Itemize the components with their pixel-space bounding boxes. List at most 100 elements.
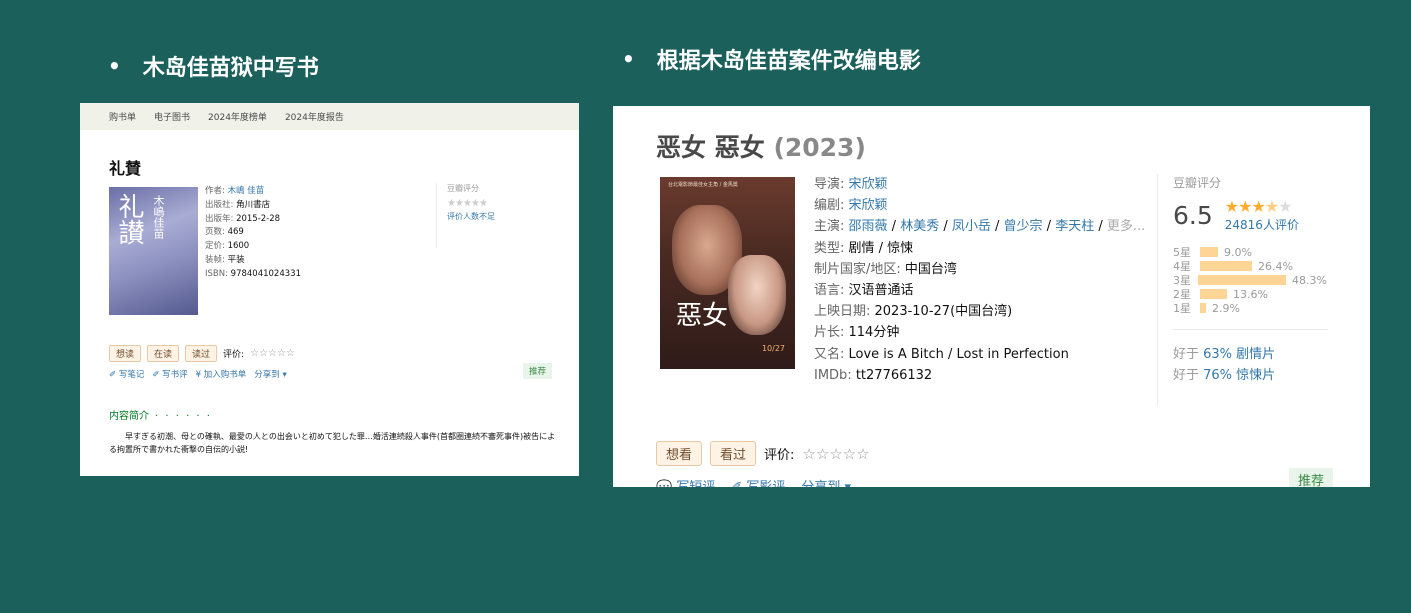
book-links: ✐ 写笔记 ✐ 写书评 ¥ 加入购书单 分享到 ▾ <box>109 368 287 380</box>
info-row: 出版年: 2015-2-28 <box>205 213 281 224</box>
nav-item[interactable]: 2024年度榜单 <box>208 110 267 123</box>
write-note-link[interactable]: ✐ 写笔记 <box>109 368 144 380</box>
bar-row: 1星 2.9% <box>1173 301 1240 316</box>
poster-top-text: 台北電影節最佳女主角 / 金馬獎 <box>668 182 738 188</box>
score-block: 6.5 ★★★★★ 24816人评价 <box>1173 197 1327 233</box>
want-read-button[interactable]: 想读 <box>109 345 142 362</box>
cast-link[interactable]: 邵雨薇 <box>849 219 888 234</box>
movie-poster[interactable]: 台北電影節最佳女主角 / 金馬獎 惡女 10/27 <box>660 177 795 369</box>
book-info: 作者: 木嶋 佳苗 出版社: 角川書店 出版年: 2015-2-28 页数: 4… <box>205 185 301 282</box>
rate-stars-icon[interactable]: ☆☆☆☆☆ <box>250 348 295 359</box>
nav-item[interactable]: 电子图书 <box>154 110 190 123</box>
cast-link[interactable]: 凤小岳 <box>952 219 991 234</box>
write-review-link[interactable]: ✐ 写影评 <box>731 476 785 487</box>
bullet-icon: • <box>622 47 635 71</box>
book-actions: 想读 在读 读过 评价: ☆☆☆☆☆ <box>109 345 295 362</box>
info-row: 出版社: 角川書店 <box>205 199 271 210</box>
movie-rating: 豆瓣评分 6.5 ★★★★★ 24816人评价 5星 9.0% 4星 26.4% 3… <box>1157 174 1328 406</box>
bar-fill <box>1200 261 1252 271</box>
director-link[interactable]: 宋欣颖 <box>849 177 888 192</box>
info-row: ISBN: 9784041024331 <box>205 268 301 279</box>
intro-text: 早すぎる初潮、母との確執、最愛の人との出会いと初めて犯した罪…婚活連続殺人事件(… <box>109 432 556 454</box>
book-title: 礼賛 <box>109 159 142 178</box>
bar-fill <box>1197 275 1287 285</box>
share-link[interactable]: 分享到 ▾ <box>254 368 286 380</box>
rate-label: 评价: <box>223 350 245 360</box>
cast-link[interactable]: 李天柱 <box>1055 219 1094 234</box>
info-row: 主演: 邵雨薇 / 林美秀 / 凤小岳 / 曾少宗 / 李天柱 / 更多... <box>814 219 1146 235</box>
recommend-button[interactable]: 推荐 <box>523 363 553 379</box>
book-page-screenshot: 购书单 电子图书 2024年度榜单 2024年度报告 礼賛 礼讃 木嶋佳苗 作者… <box>80 103 579 476</box>
recommend-button[interactable]: 推荐 <box>1289 468 1334 487</box>
watched-button[interactable]: 看过 <box>710 441 757 466</box>
better-drama-link[interactable]: 63% 剧情片 <box>1203 347 1275 362</box>
write-short-review-link[interactable]: 💬 写短评 <box>656 476 715 487</box>
heading-right-text: 根据木岛佳苗案件改编电影 <box>656 49 921 74</box>
info-row: 片长: 114分钟 <box>814 325 900 341</box>
info-row: 又名: Love is A Bitch / Lost in Perfection <box>814 346 1069 362</box>
rating-count[interactable]: 24816人评价 <box>1225 216 1299 233</box>
nav-item[interactable]: 购书单 <box>109 110 136 123</box>
info-row: 编剧: 宋欣颖 <box>814 198 888 214</box>
author-link[interactable]: 木嶋 佳苗 <box>228 186 265 196</box>
info-row: 页数: 469 <box>205 227 244 238</box>
poster-date: 10/27 <box>761 344 785 353</box>
intro-heading: 内容简介 · · · · · · <box>109 411 212 422</box>
bar-row: 5星 9.0% <box>1173 245 1252 260</box>
info-row: 类型: 剧情 / 惊悚 <box>814 240 914 256</box>
score-stars-icon: ★★★★★ <box>1224 197 1293 216</box>
book-nav: 购书单 电子图书 2024年度榜单 2024年度报告 <box>80 103 579 130</box>
cast-more-link[interactable]: 更多... <box>1107 219 1145 234</box>
rating-title: 豆瓣评分 <box>447 184 479 193</box>
poster-figure <box>728 255 786 335</box>
better-thriller-link[interactable]: 76% 惊悚片 <box>1203 368 1275 383</box>
cover-title: 礼讃 <box>114 193 144 245</box>
add-to-list-link[interactable]: ¥ 加入购书单 <box>196 368 247 380</box>
cast-link[interactable]: 林美秀 <box>900 219 939 234</box>
info-row: 上映日期: 2023-10-27(中国台湾) <box>814 304 1013 320</box>
rate-label: 评价: <box>764 448 795 463</box>
info-row: 制片国家/地区: 中国台湾 <box>814 261 957 277</box>
info-row: 装帧: 平装 <box>205 254 245 265</box>
info-row: 作者: 木嶋 佳苗 <box>205 186 265 196</box>
score-value: 6.5 <box>1173 200 1213 230</box>
share-link[interactable]: 分享到 ▾ <box>801 476 851 487</box>
movie-links: 💬 写短评 ✐ 写影评 分享到 ▾ <box>656 476 851 487</box>
movie-year: (2023) <box>773 133 866 162</box>
movie-info: 导演: 宋欣颖 编剧: 宋欣颖 主演: 邵雨薇 / 林美秀 / 凤小岳 / 曾少… <box>814 174 1145 386</box>
writer-link[interactable]: 宋欣颖 <box>849 198 888 213</box>
info-row: 语言: 汉语普通话 <box>814 283 914 299</box>
bar-fill <box>1200 247 1218 257</box>
rating-stars-icon: ★★★★★ <box>447 198 488 209</box>
rating-title: 豆瓣评分 <box>1173 176 1222 190</box>
heading-left: • 木岛佳苗狱中写书 <box>108 50 319 82</box>
info-row: 导演: 宋欣颖 <box>814 177 888 192</box>
bar-row: 3星 48.3% <box>1173 273 1327 288</box>
rating-note[interactable]: 评价人数不足 <box>447 211 556 222</box>
bar-row: 2星 13.6% <box>1173 287 1268 302</box>
rating-distribution: 5星 9.0% 4星 26.4% 3星 48.3% 2星 13.6% 1星 2.9% <box>1173 245 1327 316</box>
poster-title: 惡女 <box>676 301 729 331</box>
rate-stars-icon[interactable]: ☆☆☆☆☆ <box>802 445 869 463</box>
heading-left-text: 木岛佳苗狱中写书 <box>142 56 319 81</box>
want-watch-button[interactable]: 想看 <box>656 441 703 466</box>
reading-button[interactable]: 在读 <box>147 345 180 362</box>
book-cover[interactable]: 礼讃 木嶋佳苗 <box>109 187 198 315</box>
cast-link[interactable]: 曾少宗 <box>1004 219 1043 234</box>
bar-fill <box>1200 303 1206 313</box>
bar-row: 4星 26.4% <box>1173 259 1293 274</box>
movie-actions: 想看 看过 评价: ☆☆☆☆☆ <box>656 441 870 466</box>
heading-right: • 根据木岛佳苗案件改编电影 <box>622 43 921 75</box>
write-review-link[interactable]: ✐ 写书评 <box>152 368 187 380</box>
read-button[interactable]: 读过 <box>185 345 218 362</box>
book-rating: 豆瓣评分 ★★★★★ 评价人数不足 <box>436 183 556 248</box>
movie-page-screenshot: 恶女 惡女 (2023) 台北電影節最佳女主角 / 金馬獎 惡女 10/27 导… <box>613 106 1370 487</box>
bullet-icon: • <box>108 54 121 78</box>
info-row: IMDb: tt27766132 <box>814 367 933 383</box>
cover-author: 木嶋佳苗 <box>152 195 165 239</box>
bar-fill <box>1200 289 1227 299</box>
nav-item[interactable]: 2024年度报告 <box>285 110 344 123</box>
info-row: 定价: 1600 <box>205 241 250 252</box>
better-than: 好于 63% 剧情片 好于 76% 惊悚片 <box>1173 347 1276 383</box>
divider <box>1173 329 1328 330</box>
